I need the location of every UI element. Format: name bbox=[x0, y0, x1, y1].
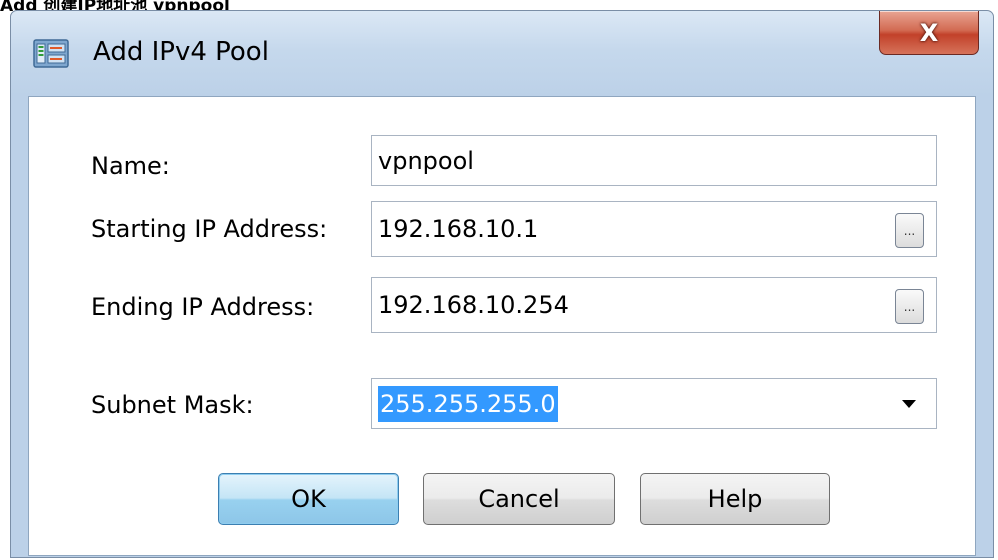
close-button[interactable]: X bbox=[879, 11, 979, 55]
close-icon: X bbox=[919, 18, 939, 47]
name-input[interactable]: vpnpool bbox=[371, 135, 937, 186]
dropdown-arrow-icon[interactable] bbox=[902, 400, 916, 408]
ending-ip-browse-button[interactable]: ... bbox=[895, 289, 924, 324]
ellipsis-icon: ... bbox=[903, 223, 916, 238]
help-button[interactable]: Help bbox=[640, 473, 830, 525]
ending-ip-input[interactable]: 192.168.10.254 bbox=[371, 277, 937, 333]
name-label: Name: bbox=[91, 152, 170, 180]
ok-button[interactable]: OK bbox=[218, 473, 399, 525]
network-pool-icon bbox=[33, 39, 69, 68]
ending-ip-value: 192.168.10.254 bbox=[378, 291, 569, 319]
subnet-mask-label: Subnet Mask: bbox=[91, 391, 254, 419]
subnet-mask-select[interactable]: 255.255.255.0 bbox=[371, 378, 937, 429]
starting-ip-input[interactable]: 192.168.10.1 bbox=[371, 201, 937, 257]
title-bar[interactable]: Add IPv4 Pool X bbox=[11, 11, 993, 96]
subnet-mask-value: 255.255.255.0 bbox=[378, 386, 558, 422]
ending-ip-label: Ending IP Address: bbox=[91, 293, 315, 321]
cancel-button[interactable]: Cancel bbox=[423, 473, 615, 525]
add-ipv4-pool-dialog: Add IPv4 Pool X Name: vpnpool Starting I… bbox=[10, 10, 994, 558]
dialog-title: Add IPv4 Pool bbox=[93, 37, 269, 67]
starting-ip-label: Starting IP Address: bbox=[91, 215, 328, 243]
dialog-body: Name: vpnpool Starting IP Address: 192.1… bbox=[28, 96, 976, 556]
starting-ip-browse-button[interactable]: ... bbox=[895, 213, 924, 248]
ellipsis-icon: ... bbox=[903, 299, 916, 314]
starting-ip-value: 192.168.10.1 bbox=[378, 215, 539, 243]
